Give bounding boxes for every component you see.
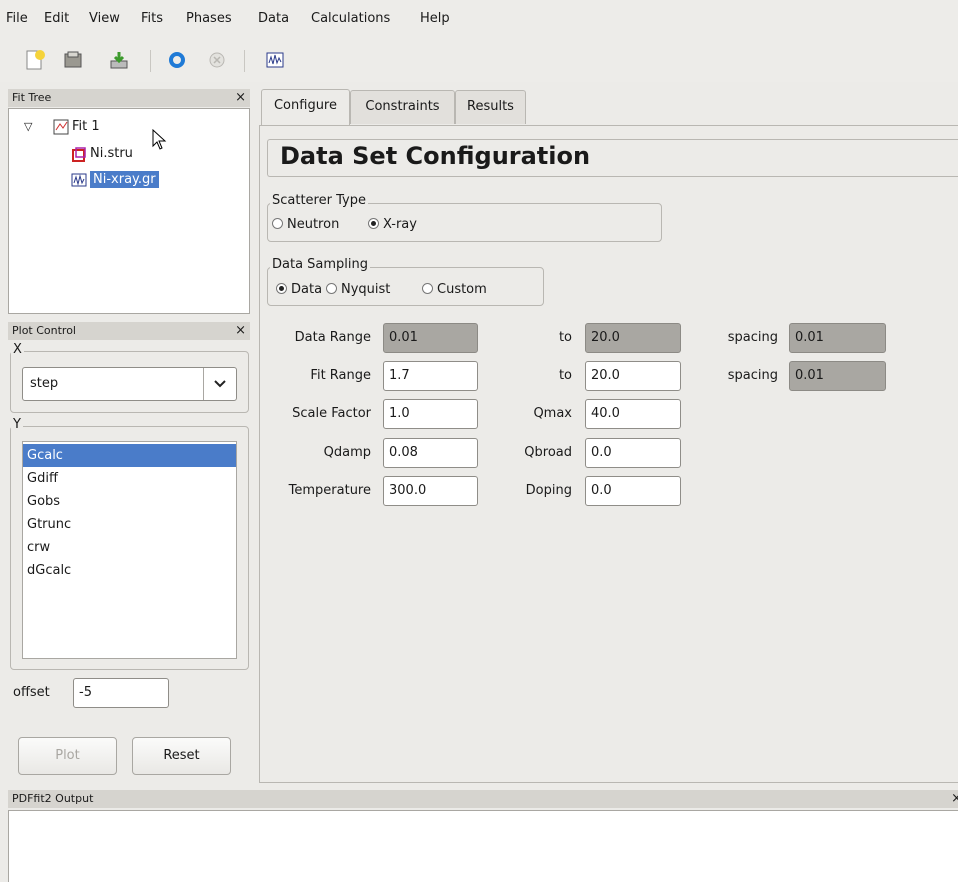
structure-icon bbox=[71, 147, 87, 167]
open-icon[interactable] bbox=[60, 47, 86, 73]
data-set-icon bbox=[71, 172, 87, 192]
tree-item-fit[interactable]: Fit 1 bbox=[72, 119, 100, 134]
toolbar bbox=[0, 38, 958, 82]
tree-item-data-set[interactable]: Ni-xray.gr bbox=[90, 171, 159, 188]
output-text-area[interactable] bbox=[8, 810, 958, 882]
x-select-value: step bbox=[30, 376, 59, 391]
scatterer-xray-radio[interactable]: X-ray bbox=[368, 217, 417, 232]
page-title: Data Set Configuration bbox=[280, 142, 591, 170]
stop-icon[interactable] bbox=[204, 47, 230, 73]
list-item[interactable]: crw bbox=[23, 536, 236, 559]
fit-range-label: Fit Range bbox=[310, 368, 371, 383]
temperature-input[interactable]: 300.0 bbox=[383, 476, 478, 506]
fit-tree-title: Fit Tree bbox=[12, 91, 52, 104]
menu-bar: File Edit View Fits Phases Data Calculat… bbox=[0, 0, 958, 38]
menu-view[interactable]: View bbox=[89, 11, 120, 26]
fit-range-spacing-label: spacing bbox=[727, 368, 778, 383]
sampling-nyquist-radio[interactable]: Nyquist bbox=[326, 282, 390, 297]
temperature-label: Temperature bbox=[288, 483, 371, 498]
scale-factor-input[interactable]: 1.0 bbox=[383, 399, 478, 429]
data-range-to-input[interactable]: 20.0 bbox=[585, 323, 681, 353]
chevron-down-icon[interactable] bbox=[211, 373, 229, 397]
y-list[interactable]: Gcalc Gdiff Gobs Gtrunc crw dGcalc bbox=[22, 441, 237, 659]
heading-frame: Data Set Configuration bbox=[267, 139, 958, 177]
doping-label: Doping bbox=[525, 483, 572, 498]
mouse-cursor-icon bbox=[151, 128, 167, 155]
qbroad-input[interactable]: 0.0 bbox=[585, 438, 681, 468]
scale-factor-label: Scale Factor bbox=[292, 406, 371, 421]
output-title: PDFfit2 Output bbox=[12, 792, 94, 805]
tab-configure[interactable]: Configure bbox=[261, 89, 350, 125]
menu-help[interactable]: Help bbox=[420, 11, 450, 26]
menu-data[interactable]: Data bbox=[258, 11, 289, 26]
close-icon[interactable]: × bbox=[235, 89, 246, 107]
fit-range-from-input[interactable]: 1.7 bbox=[383, 361, 478, 391]
output-header: PDFfit2 Output × bbox=[8, 790, 958, 808]
menu-phases[interactable]: Phases bbox=[186, 11, 232, 26]
plot-control-header: Plot Control × bbox=[8, 322, 250, 340]
list-item[interactable]: Gdiff bbox=[23, 467, 236, 490]
fit-icon bbox=[53, 119, 69, 139]
tab-results[interactable]: Results bbox=[455, 90, 526, 124]
fit-range-to-label: to bbox=[558, 368, 572, 383]
menu-file[interactable]: File bbox=[6, 11, 28, 26]
reset-button[interactable]: Reset bbox=[132, 737, 231, 775]
fit-tree: ▽ Fit 1 Ni.stru Ni-xray.gr bbox=[8, 108, 250, 314]
list-item[interactable]: dGcalc bbox=[23, 559, 236, 582]
qbroad-label: Qbroad bbox=[524, 445, 572, 460]
sampling-data-radio[interactable]: Data bbox=[276, 282, 322, 297]
data-range-spacing-label: spacing bbox=[727, 330, 778, 345]
sampling-title: Data Sampling bbox=[270, 257, 371, 272]
close-icon[interactable]: × bbox=[951, 790, 958, 808]
menu-edit[interactable]: Edit bbox=[44, 11, 69, 26]
offset-label: offset bbox=[13, 685, 50, 700]
fit-range-to-input[interactable]: 20.0 bbox=[585, 361, 681, 391]
qdamp-input[interactable]: 0.08 bbox=[383, 438, 478, 468]
data-range-from-input[interactable]: 0.01 bbox=[383, 323, 478, 353]
fit-range-spacing-input[interactable]: 0.01 bbox=[789, 361, 886, 391]
chevron-down-icon[interactable]: ▽ bbox=[24, 120, 32, 133]
data-range-spacing-input[interactable]: 0.01 bbox=[789, 323, 886, 353]
save-icon[interactable] bbox=[106, 47, 132, 73]
refresh-icon[interactable] bbox=[164, 47, 190, 73]
scatterer-title: Scatterer Type bbox=[270, 193, 368, 208]
list-item[interactable]: Gobs bbox=[23, 490, 236, 513]
x-group-label: X bbox=[11, 342, 24, 357]
tree-item-structure[interactable]: Ni.stru bbox=[90, 146, 133, 161]
fit-tree-header: Fit Tree × bbox=[8, 89, 250, 107]
qmax-label: Qmax bbox=[533, 406, 572, 421]
sampling-custom-radio[interactable]: Custom bbox=[422, 282, 487, 297]
tab-constraints[interactable]: Constraints bbox=[350, 90, 455, 124]
list-item[interactable]: Gtrunc bbox=[23, 513, 236, 536]
menu-fits[interactable]: Fits bbox=[141, 11, 163, 26]
menu-calculations[interactable]: Calculations bbox=[311, 11, 390, 26]
scatterer-neutron-radio[interactable]: Neutron bbox=[272, 217, 339, 232]
qmax-input[interactable]: 40.0 bbox=[585, 399, 681, 429]
close-icon[interactable]: × bbox=[235, 322, 246, 340]
data-range-label: Data Range bbox=[294, 330, 371, 345]
plot-button[interactable]: Plot bbox=[18, 737, 117, 775]
y-group-label: Y bbox=[11, 417, 23, 432]
data-plot-icon[interactable] bbox=[262, 47, 288, 73]
qdamp-label: Qdamp bbox=[323, 445, 371, 460]
x-select[interactable]: step bbox=[22, 367, 237, 401]
offset-input[interactable]: -5 bbox=[73, 678, 169, 708]
new-icon[interactable] bbox=[22, 47, 48, 73]
doping-input[interactable]: 0.0 bbox=[585, 476, 681, 506]
data-range-to-label: to bbox=[558, 330, 572, 345]
plot-control-title: Plot Control bbox=[12, 324, 76, 337]
list-item[interactable]: Gcalc bbox=[23, 444, 236, 467]
